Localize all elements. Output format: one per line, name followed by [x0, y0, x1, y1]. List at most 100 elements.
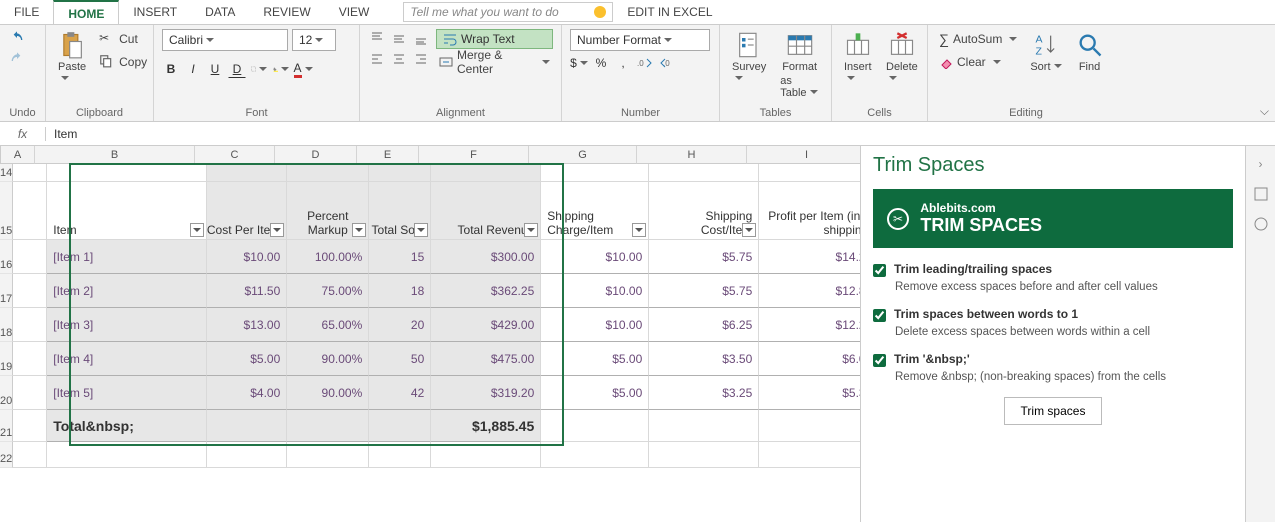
- comma-button[interactable]: ,: [614, 54, 632, 72]
- bold-button[interactable]: B: [162, 60, 180, 78]
- total-rev[interactable]: $1,885.45: [431, 410, 541, 442]
- sort-button[interactable]: AZ Sort: [1026, 29, 1065, 75]
- row-17[interactable]: 17: [0, 274, 13, 308]
- align-middle[interactable]: [390, 29, 408, 47]
- col-E[interactable]: E: [357, 146, 419, 164]
- percent-button[interactable]: %: [592, 54, 610, 72]
- align-top[interactable]: [368, 29, 386, 47]
- cell-shipchg[interactable]: $5.00: [541, 342, 649, 376]
- col-B[interactable]: B: [35, 146, 195, 164]
- cell-profit[interactable]: $12.20: [759, 308, 860, 342]
- cell-rev[interactable]: $319.20: [431, 376, 541, 410]
- filter-icon[interactable]: [270, 223, 284, 237]
- delete-button[interactable]: Delete: [882, 29, 922, 87]
- number-format-select[interactable]: Number Format: [570, 29, 710, 51]
- find-button[interactable]: Find: [1072, 29, 1108, 75]
- underline-button[interactable]: U: [206, 60, 224, 78]
- cell-sold[interactable]: 42: [369, 376, 431, 410]
- cell-cost[interactable]: $5.00: [207, 342, 287, 376]
- filter-icon[interactable]: [632, 223, 646, 237]
- edit-in-excel[interactable]: EDIT IN EXCEL: [627, 5, 712, 19]
- cell-shipchg[interactable]: $10.00: [541, 240, 649, 274]
- cell-shipcost[interactable]: $6.25: [649, 308, 759, 342]
- collapse-ribbon-icon[interactable]: ⌵: [1260, 104, 1269, 119]
- clear-button[interactable]: Clear: [936, 52, 1020, 72]
- formula-value[interactable]: Item: [46, 127, 1275, 141]
- spreadsheet-grid[interactable]: A B C D E F G H I 14 15 Item: [0, 146, 860, 522]
- cell-shipcost[interactable]: $3.50: [649, 342, 759, 376]
- cell-item[interactable]: [Item 2]: [47, 274, 207, 308]
- col-F[interactable]: F: [419, 146, 529, 164]
- decrease-decimal[interactable]: .0: [658, 54, 676, 72]
- row-21[interactable]: 21: [0, 410, 13, 442]
- filter-icon[interactable]: [414, 223, 428, 237]
- cell-shipcost[interactable]: $5.75: [649, 274, 759, 308]
- font-name-select[interactable]: Calibri: [162, 29, 288, 51]
- italic-button[interactable]: I: [184, 60, 202, 78]
- align-right[interactable]: [412, 50, 430, 68]
- row-15[interactable]: 15: [0, 182, 13, 240]
- font-color-button[interactable]: A: [294, 60, 312, 78]
- merge-center-button[interactable]: Merge & Center: [436, 52, 553, 72]
- cell-rev[interactable]: $300.00: [431, 240, 541, 274]
- trim-spaces-button[interactable]: Trim spaces: [1004, 397, 1103, 425]
- checkbox-3[interactable]: [873, 354, 886, 367]
- redo-button[interactable]: [8, 50, 26, 68]
- cell-cost[interactable]: $10.00: [207, 240, 287, 274]
- row-16[interactable]: 16: [0, 240, 13, 274]
- cell-markup[interactable]: 65.00%: [287, 308, 369, 342]
- cell-markup[interactable]: 90.00%: [287, 376, 369, 410]
- cell-cost[interactable]: $13.00: [207, 308, 287, 342]
- cell-profit[interactable]: $12.88: [759, 274, 860, 308]
- align-center[interactable]: [390, 50, 408, 68]
- increase-decimal[interactable]: .0: [636, 54, 654, 72]
- row-22[interactable]: 22: [0, 442, 13, 468]
- cell-profit[interactable]: $14.25: [759, 240, 860, 274]
- cell-shipchg[interactable]: $10.00: [541, 308, 649, 342]
- cell-markup[interactable]: 100.00%: [287, 240, 369, 274]
- total-label[interactable]: Total&nbsp;: [47, 410, 207, 442]
- tab-home[interactable]: HOME: [53, 0, 119, 24]
- tab-insert[interactable]: INSERT: [119, 0, 191, 24]
- filter-icon[interactable]: [742, 223, 756, 237]
- undo-button[interactable]: [8, 29, 26, 47]
- wrap-text-button[interactable]: Wrap Text: [436, 29, 553, 49]
- cell-shipchg[interactable]: $10.00: [541, 274, 649, 308]
- row-19[interactable]: 19: [0, 342, 13, 376]
- cell-profit[interactable]: $5.35: [759, 376, 860, 410]
- tab-review[interactable]: REVIEW: [249, 0, 324, 24]
- fx-label[interactable]: fx: [0, 127, 46, 141]
- cell-item[interactable]: [Item 4]: [47, 342, 207, 376]
- cell-markup[interactable]: 75.00%: [287, 274, 369, 308]
- double-underline-button[interactable]: D: [228, 60, 246, 78]
- cell-shipcost[interactable]: $3.25: [649, 376, 759, 410]
- tab-data[interactable]: DATA: [191, 0, 249, 24]
- filter-icon[interactable]: [524, 223, 538, 237]
- format-as-table-button[interactable]: Format as Table: [776, 29, 823, 101]
- cell-shipcost[interactable]: $5.75: [649, 240, 759, 274]
- filter-icon[interactable]: [352, 223, 366, 237]
- filter-icon[interactable]: [190, 223, 204, 237]
- col-I[interactable]: I: [747, 146, 860, 164]
- checkbox-2[interactable]: [873, 309, 886, 322]
- cell-item[interactable]: [Item 5]: [47, 376, 207, 410]
- tab-file[interactable]: FILE: [0, 0, 53, 24]
- cell-rev[interactable]: $475.00: [431, 342, 541, 376]
- tell-me-search[interactable]: Tell me what you want to do: [403, 2, 613, 22]
- cell-shipchg[interactable]: $5.00: [541, 376, 649, 410]
- col-A[interactable]: A: [1, 146, 35, 164]
- opt-trim-between[interactable]: Trim spaces between words to 1: [873, 307, 1233, 322]
- col-H[interactable]: H: [637, 146, 747, 164]
- fill-color-button[interactable]: [272, 60, 290, 78]
- cut-button[interactable]: ✂Cut: [96, 29, 150, 49]
- col-D[interactable]: D: [275, 146, 357, 164]
- align-bottom[interactable]: [412, 29, 430, 47]
- opt-trim-nbsp[interactable]: Trim '&nbsp;': [873, 352, 1233, 367]
- cell-markup[interactable]: 90.00%: [287, 342, 369, 376]
- tool-icon-1[interactable]: [1251, 184, 1271, 204]
- tool-icon-2[interactable]: [1251, 214, 1271, 234]
- paste-button[interactable]: Paste: [54, 29, 90, 87]
- expand-pane-icon[interactable]: ›: [1251, 154, 1271, 174]
- cell-cost[interactable]: $11.50: [207, 274, 287, 308]
- border-button[interactable]: [250, 60, 268, 78]
